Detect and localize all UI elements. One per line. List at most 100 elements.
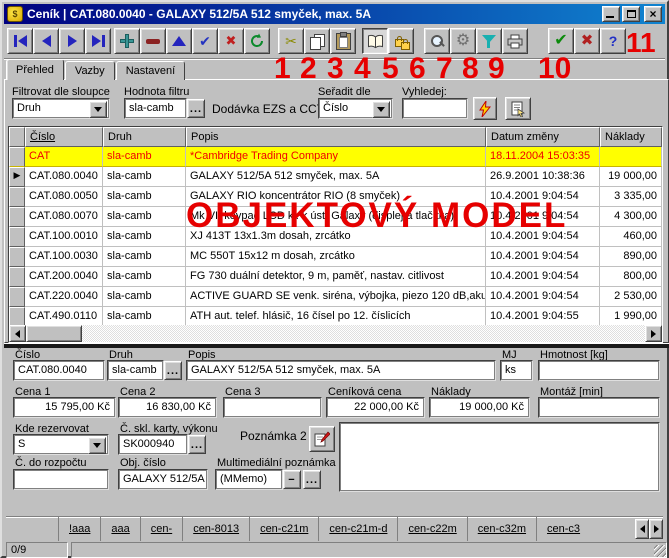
table-row-current[interactable]: ▶ CAT.080.0040 sla-camb GALAXY 512/5A 51… [9,167,662,187]
form-kde-dropdown-button[interactable] [88,437,106,454]
print-button[interactable] [502,28,528,54]
nav-last-button[interactable] [85,28,111,54]
form-hmotnost-input[interactable] [538,360,660,381]
scroll-left-button[interactable] [9,325,26,342]
form-mmemo-clear-button[interactable]: − [283,470,301,489]
cell-cislo: CAT.080.0050 [25,187,103,207]
form-cena1-input[interactable]: 15 795,00 Kč [13,397,116,418]
tab-prehled[interactable]: Přehled [6,59,64,80]
grid-horizontal-scrollbar[interactable] [9,325,662,342]
form-naklady-input[interactable]: 19 000,00 Kč [429,397,530,418]
scrollbar-track[interactable] [82,325,645,342]
minimize-button[interactable] [602,6,620,22]
form-mj-input[interactable]: ks [500,360,533,381]
grid-header-popis[interactable]: Popis [186,127,486,147]
filter-value-ellipsis-button[interactable]: ... [187,99,205,118]
cell-popis: MC 550T 15x12 m dosah, zrcátko [186,247,486,267]
table-row[interactable]: CAT.490.0110 sla-camb ATH aut. telef. hl… [9,307,662,327]
close-button[interactable]: × [644,6,662,22]
form-cena3-input[interactable] [223,397,322,418]
view-tab[interactable]: cen-8013 [183,517,250,541]
printer-icon [507,34,523,49]
grid-header-datum[interactable]: Datum změny [486,127,600,147]
form-popis-input[interactable]: GALAXY 512/5A 512 smyček, max. 5A [186,360,496,381]
title-bar[interactable]: $ Ceník | CAT.080.0040 - GALAXY 512/5A 5… [4,4,665,24]
post-record-button[interactable]: ✔ [192,28,218,54]
grid-header-naklady[interactable]: Náklady [600,127,662,147]
form-druh-ellipsis-button[interactable]: ... [164,361,182,380]
filter-column-dropdown-button[interactable] [89,101,107,118]
view-tab[interactable]: cen-c21m-d [319,517,398,541]
nav-prior-button[interactable] [33,28,59,54]
search-execute-button[interactable] [473,97,497,120]
form-mmemo-ellipsis-button[interactable]: ... [303,470,321,489]
copy-button[interactable] [304,28,330,54]
table-row[interactable]: CAT.100.0030 sla-camb MC 550T 15x12 m do… [9,247,662,267]
plus-icon [120,34,134,48]
form-poznamka2-textarea[interactable] [339,422,660,492]
view-tab[interactable]: cen- [141,517,183,541]
filter-column-combobox[interactable]: Druh [12,98,110,119]
form-cenikova-input[interactable]: 22 000,00 Kč [326,397,425,418]
delete-record-button[interactable] [140,28,166,54]
form-mmemo-input[interactable]: (MMemo) [215,469,283,490]
security-locks-button[interactable] [388,28,414,54]
form-objcislo-input[interactable]: GALAXY 512/5A [118,469,208,490]
table-row[interactable]: CAT sla-camb *Cambridge Trading Company … [9,147,662,167]
app-window: $ Ceník | CAT.080.0040 - GALAXY 512/5A 5… [0,0,669,558]
paste-button[interactable] [330,28,356,54]
tab-vazby[interactable]: Vazby [65,61,115,80]
view-tab[interactable]: cen-c22m [398,517,467,541]
filter-value-input[interactable]: sla-camb [124,98,187,119]
cell-cislo: CAT.080.0070 [25,207,103,227]
filter-button[interactable] [476,28,502,54]
view-tab[interactable]: cen-c32m [468,517,537,541]
search-input[interactable] [402,98,468,119]
search-button[interactable] [424,28,450,54]
resize-grip[interactable] [654,545,666,557]
view-tab[interactable]: aaa [101,517,140,541]
grid-header-cislo[interactable]: Číslo [25,127,103,147]
insert-record-button[interactable] [114,28,140,54]
view-tab[interactable]: !aaa [59,517,101,541]
sort-dropdown-button[interactable] [372,101,390,118]
cell-druh: sla-camb [103,267,186,287]
form-sklkarta-ellipsis-button[interactable]: ... [188,435,206,454]
help-button[interactable]: ? [600,28,626,54]
splitter[interactable] [4,343,669,348]
settings-button[interactable]: ⚙ [450,28,476,54]
cell-popis: GALAXY 512/5A 512 smyček, max. 5A [186,167,486,187]
view-tabs-scroll-left-button[interactable] [635,519,649,539]
table-row[interactable]: CAT.200.0040 sla-camb FG 730 duální dete… [9,267,662,287]
edit-record-button[interactable] [166,28,192,54]
scroll-right-button[interactable] [645,325,662,342]
form-druh-input[interactable]: sla-camb [107,360,164,381]
refresh-button[interactable] [244,28,270,54]
form-cislo-input[interactable]: CAT.080.0040 [13,360,105,381]
form-cena2-input[interactable]: 16 830,00 Kč [118,397,217,418]
form-kde-combobox[interactable]: S [13,434,109,455]
table-row[interactable]: CAT.220.0040 sla-camb ACTIVE GUARD SE ve… [9,287,662,307]
view-tab[interactable]: cen-c3 [537,517,590,541]
form-montaz-input[interactable] [538,397,660,418]
nav-first-button[interactable] [7,28,33,54]
cut-button[interactable]: ✂ [278,28,304,54]
cell-cislo: CAT.220.0040 [25,287,103,307]
view-tabs-scroll-right-button[interactable] [649,519,663,539]
confirm-cancel-button[interactable]: ✖ [574,28,600,54]
form-sklkarta-input[interactable]: SK000940 [118,434,188,455]
confirm-ok-button[interactable]: ✔ [548,28,574,54]
grid-header-druh[interactable]: Druh [103,127,186,147]
catalog-book-button[interactable] [362,28,388,54]
tab-nastaveni[interactable]: Nastavení [116,61,186,80]
view-tab[interactable]: cen-c21m [250,517,319,541]
sort-combobox[interactable]: Číslo [318,98,393,119]
form-rozpocet-input[interactable] [13,469,109,490]
maximize-button[interactable] [622,6,640,22]
scrollbar-thumb[interactable] [26,325,82,342]
cancel-record-button[interactable]: ✖ [218,28,244,54]
nav-next-button[interactable] [59,28,85,54]
report-button[interactable] [505,97,531,120]
form-poznamka2-edit-button[interactable] [309,426,335,452]
close-icon: × [649,9,656,19]
